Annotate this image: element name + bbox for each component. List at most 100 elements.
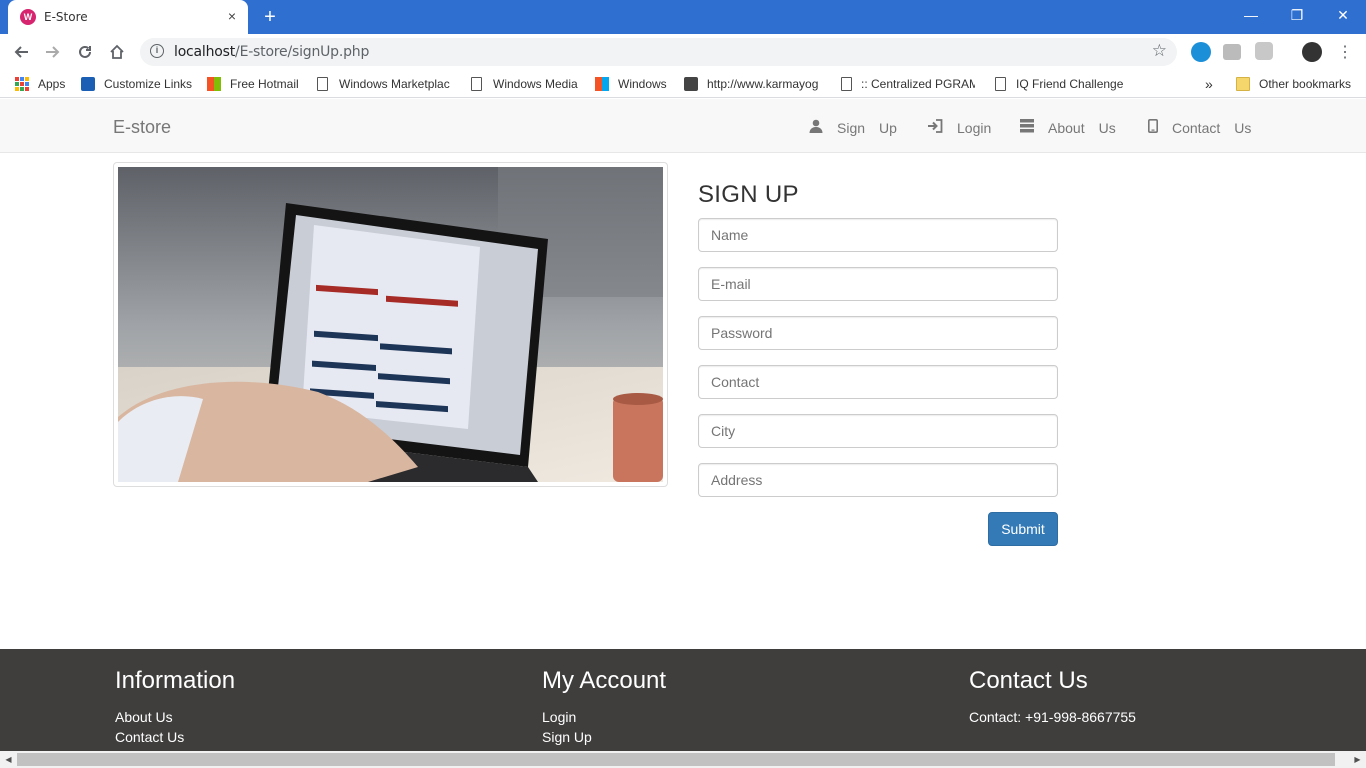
site-icon [684,77,698,91]
bookmark-star-icon[interactable]: ☆ [1152,41,1167,61]
bookmark-label: Windows Media [493,77,578,91]
hero-image-thumbnail [113,162,668,487]
bookmark-centralized-pgram[interactable]: :: Centralized PGRAM [841,76,975,92]
footer-link-contact-us[interactable]: Contact Us [115,727,235,747]
site-footer: Information About Us Contact Us My Accou… [0,649,1366,751]
tab-favicon-icon: W [20,9,36,25]
submit-button[interactable]: Submit [988,512,1058,546]
page-icon [995,77,1006,91]
reload-icon[interactable] [73,40,97,64]
login-icon [927,119,943,136]
address-bar[interactable]: i localhost/E-store/signUp.php ☆ [140,38,1177,66]
bookmark-label: IQ Friend Challenge [1016,77,1124,91]
nav-signup[interactable]: Sign Up [809,119,897,136]
hp-extension-icon[interactable] [1191,42,1211,62]
footer-contact-line: Contact: +91-998-8667755 [969,709,1136,725]
scroll-left-icon[interactable]: ◀ [0,751,17,768]
nav-contact-us[interactable]: Contact Us [1148,119,1251,136]
nav-link-label: Us [1098,119,1116,136]
bookmark-label: Windows [618,77,667,91]
footer-heading: Contact Us [969,667,1088,694]
footer-link-sign-up[interactable]: Sign Up [542,727,666,747]
scroll-right-icon[interactable]: ▶ [1349,751,1366,768]
bookmark-label: http://www.karmayog [707,77,819,91]
favicon-letter: W [23,12,33,22]
bookmark-karmayog[interactable]: http://www.karmayog [684,76,822,92]
bookmark-windows-marketplace[interactable]: Windows Marketplac [317,76,452,92]
contact-input[interactable] [698,365,1058,399]
horizontal-scrollbar[interactable]: ◀ ▶ [0,751,1366,768]
footer-contact-us: Contact Us Contact: +91-998-8667755 [969,667,1136,727]
bookmark-apps[interactable]: Apps [15,76,65,92]
url-host: localhost [174,44,236,60]
forward-icon[interactable] [41,40,65,64]
bookmark-label: Free Hotmail [230,77,299,91]
folder-icon [1236,77,1250,91]
bookmark-label: Windows Marketplac [339,77,450,91]
signup-title: SIGN UP [698,181,799,208]
browser-toolbar: i localhost/E-store/signUp.php ☆ ⋮ [0,34,1366,70]
page-icon [841,77,852,91]
bookmark-iq-friend-challenge[interactable]: IQ Friend Challenge [995,76,1123,92]
profile-avatar[interactable] [1302,42,1322,62]
nav-link-label: Login [957,119,992,136]
bookmark-label: :: Centralized PGRAM [861,77,975,91]
password-input[interactable] [698,316,1058,350]
bookmark-free-hotmail[interactable]: Free Hotmail [207,76,299,92]
footer-my-account: My Account Login Sign Up [542,667,666,747]
restore-button[interactable]: ❐ [1274,0,1320,30]
url-text[interactable]: localhost/E-store/signUp.php [174,44,369,60]
footer-heading: My Account [542,667,667,694]
footer-link-login[interactable]: Login [542,707,666,727]
windows-flag-icon [207,77,221,91]
new-tab-button[interactable]: + [260,7,280,27]
site-info-icon[interactable]: i [150,44,164,58]
drive-extension-icon[interactable] [1223,44,1241,60]
bookmark-windows-media[interactable]: Windows Media [471,76,578,92]
address-input[interactable] [698,463,1058,497]
bookmark-windows[interactable]: Windows [595,76,667,92]
email-input[interactable] [698,267,1058,301]
footer-heading: Information [115,667,236,694]
bookmarks-overflow-button[interactable]: » [1205,76,1213,92]
bookmark-other-bookmarks[interactable]: Other bookmarks [1236,76,1351,92]
nav-link-label: Us [1234,119,1252,136]
city-input[interactable] [698,414,1058,448]
browser-tab[interactable]: W E-Store × [8,0,248,34]
windows-live-icon [81,77,95,91]
phone-icon [1148,119,1158,136]
brand-link[interactable]: E-store [113,117,171,138]
browser-tabstrip: W E-Store × + — ❐ ✕ [0,0,1366,34]
tasks-icon [1020,119,1034,136]
scrollbar-thumb[interactable] [17,753,1335,766]
url-path: /E-store/signUp.php [235,44,370,60]
minimize-button[interactable]: — [1228,0,1274,30]
bookmark-label: Apps [38,77,66,91]
bookmark-label: Customize Links [104,77,193,91]
name-input[interactable] [698,218,1058,252]
apps-grid-icon [15,77,29,91]
windows-flag-icon [595,77,609,91]
bookmark-label: Other bookmarks [1259,77,1352,91]
nav-login[interactable]: Login [927,119,991,136]
laptop-photo [118,167,663,482]
nav-link-label: Up [879,119,897,136]
user-icon [809,119,823,136]
nav-link-label: Sign [837,119,866,136]
nav-about-us[interactable]: About Us [1020,119,1116,136]
footer-link-about-us[interactable]: About Us [115,707,235,727]
menu-kebab-icon[interactable]: ⋮ [1333,40,1357,64]
bookmarks-bar: Apps Customize Links Free Hotmail Window… [0,70,1366,98]
home-icon[interactable] [105,40,129,64]
tab-title: E-Store [44,10,88,24]
cube-extension-icon[interactable] [1255,42,1273,60]
back-icon[interactable] [9,40,33,64]
close-window-button[interactable]: ✕ [1320,0,1366,30]
footer-information: Information About Us Contact Us [115,667,235,747]
nav-link-label: About [1048,119,1085,136]
site-navbar: E-store Sign Up Login About Us Contact Us [0,99,1366,153]
tab-close-icon[interactable]: × [225,9,239,23]
nav-link-label: Contact [1172,119,1221,136]
bookmark-customize-links[interactable]: Customize Links [81,76,192,92]
page-icon [471,77,482,91]
